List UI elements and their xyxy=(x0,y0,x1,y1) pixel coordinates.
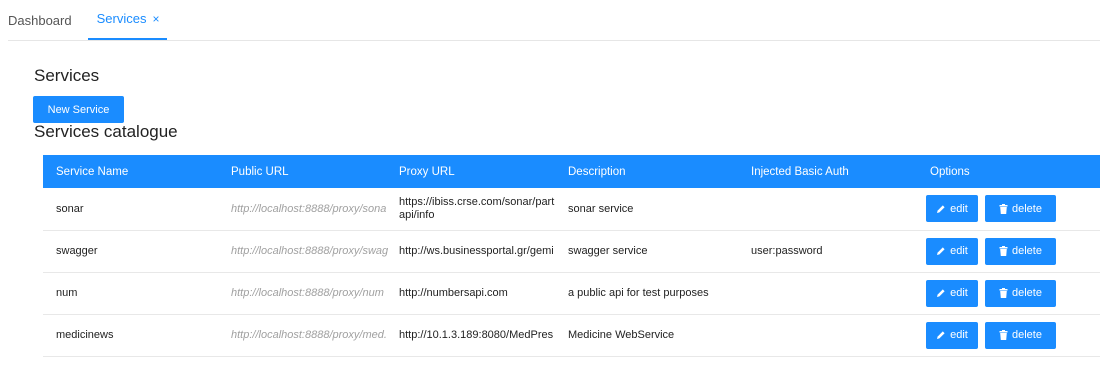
new-service-button[interactable]: New Service xyxy=(33,96,124,123)
cell-service-name: num xyxy=(56,287,78,299)
services-table: Service Name Public URL Proxy URL Descri… xyxy=(43,155,1100,357)
cell-description: Medicine WebService xyxy=(568,329,675,341)
tab-bar: Dashboard Services × xyxy=(8,0,1100,41)
tab-services-label: Services xyxy=(96,11,147,26)
trash-icon xyxy=(999,288,1012,298)
pencil-icon xyxy=(936,204,950,214)
tab-services[interactable]: Services × xyxy=(87,0,168,40)
edit-button[interactable]: edit xyxy=(926,195,978,223)
cell-public-url[interactable]: http://localhost:8888/proxy/swag xyxy=(218,230,393,272)
table-header-row: Service Name Public URL Proxy URL Descri… xyxy=(43,155,1100,188)
table-row: medicinews http://localhost:8888/proxy/m… xyxy=(43,314,1100,356)
delete-label: delete xyxy=(1012,287,1042,299)
trash-icon xyxy=(999,246,1012,256)
delete-label: delete xyxy=(1012,329,1042,341)
edit-button[interactable]: edit xyxy=(926,321,978,349)
proxy-url-text: http://ws.businessportal.gr/gemi xyxy=(399,244,554,257)
trash-icon xyxy=(999,330,1012,340)
pencil-icon xyxy=(936,330,950,340)
cell-public-url[interactable]: http://localhost:8888/proxy/num xyxy=(218,272,393,314)
header-service-name: Service Name xyxy=(56,165,129,178)
page-title: Services xyxy=(34,66,100,85)
cell-description: sonar service xyxy=(568,202,634,215)
cell-proxy-url: https://ibiss.crse.com/sonar/part api/in… xyxy=(393,188,562,230)
header-description: Description xyxy=(568,165,626,178)
header-options: Options xyxy=(930,165,970,178)
proxy-url-text: http://numbersapi.com xyxy=(399,286,508,299)
cell-proxy-url: http://numbersapi.com xyxy=(393,272,562,314)
pencil-icon xyxy=(936,288,950,298)
cell-service-name: medicinews xyxy=(56,329,114,341)
edit-button[interactable]: edit xyxy=(926,279,978,307)
pencil-icon xyxy=(936,246,950,256)
header-proxy-url: Proxy URL xyxy=(399,165,455,178)
cell-injected-auth xyxy=(737,272,912,314)
table-row: sonar http://localhost:8888/proxy/sona h… xyxy=(43,188,1100,230)
cell-description: swagger service xyxy=(568,245,648,257)
header-injected-auth: Injected Basic Auth xyxy=(751,165,849,178)
tab-dashboard[interactable]: Dashboard xyxy=(8,0,84,40)
table-row: num http://localhost:8888/proxy/num http… xyxy=(43,272,1100,314)
delete-button[interactable]: delete xyxy=(985,321,1056,349)
cell-injected-auth xyxy=(737,188,912,230)
edit-button[interactable]: edit xyxy=(926,237,978,265)
cell-proxy-url: http://10.1.3.189:8080/MedPres xyxy=(393,314,562,356)
cell-service-name: sonar xyxy=(56,202,84,215)
cell-options: edit delete xyxy=(912,188,1100,230)
cell-options: edit delete xyxy=(912,314,1100,356)
cell-public-url[interactable]: http://localhost:8888/proxy/sona xyxy=(218,188,393,230)
tab-dashboard-label: Dashboard xyxy=(8,12,72,28)
delete-button[interactable]: delete xyxy=(985,195,1056,223)
catalogue-title: Services catalogue xyxy=(34,122,178,141)
edit-label: edit xyxy=(950,245,968,257)
cell-options: edit delete xyxy=(912,230,1100,272)
header-public-url: Public URL xyxy=(231,165,289,178)
proxy-url-text: https://ibiss.crse.com/sonar/part api/in… xyxy=(399,195,555,221)
proxy-url-text: http://10.1.3.189:8080/MedPres xyxy=(399,328,554,341)
delete-label: delete xyxy=(1012,245,1042,257)
edit-label: edit xyxy=(950,329,968,341)
edit-label: edit xyxy=(950,287,968,299)
delete-button[interactable]: delete xyxy=(985,237,1056,265)
cell-injected-auth xyxy=(737,314,912,356)
delete-button[interactable]: delete xyxy=(985,279,1056,307)
cell-proxy-url: http://ws.businessportal.gr/gemi xyxy=(393,230,562,272)
delete-label: delete xyxy=(1012,202,1042,215)
cell-service-name: swagger xyxy=(56,245,98,257)
trash-icon xyxy=(999,203,1012,214)
cell-public-url[interactable]: http://localhost:8888/proxy/med. xyxy=(218,314,393,356)
edit-label: edit xyxy=(950,202,968,215)
cell-injected-auth: user:password xyxy=(751,245,823,257)
table-row: swagger http://localhost:8888/proxy/swag… xyxy=(43,230,1100,272)
cell-description: a public api for test purposes xyxy=(568,287,709,299)
close-icon[interactable]: × xyxy=(152,12,159,26)
cell-options: edit delete xyxy=(912,272,1100,314)
